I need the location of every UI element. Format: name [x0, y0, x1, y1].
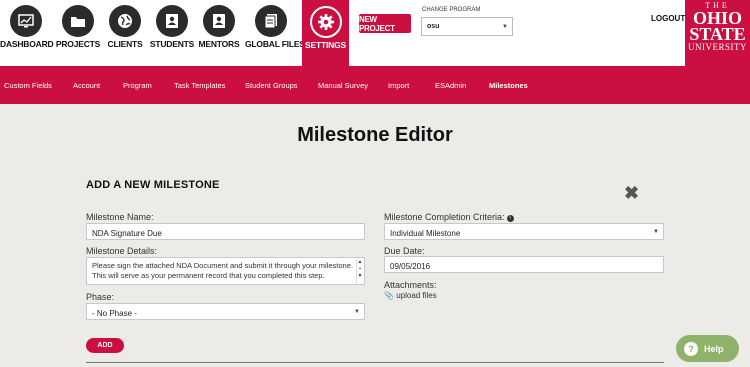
nav-settings-label: SETTINGS [305, 40, 346, 50]
nav-dashboard-label: DASHBOARD [0, 39, 54, 49]
close-icon[interactable]: ✖ [624, 184, 639, 202]
completion-criteria-text: Milestone Completion Criteria: [384, 212, 505, 222]
milestone-name-input[interactable]: NDA Signature Due [86, 223, 365, 240]
completion-criteria-select[interactable]: Individual Milestone ▼ [384, 223, 664, 240]
subnav-program[interactable]: Program [123, 81, 152, 90]
phase-select-value: - No Phase - [92, 309, 137, 318]
section-title: ADD A NEW MILESTONE [86, 179, 220, 191]
milestone-details-text: Please sign the attached NDA Document an… [92, 261, 353, 280]
nav-settings[interactable]: SETTINGS [302, 0, 349, 66]
dashboard-icon [10, 5, 42, 37]
program-select[interactable]: osu ▼ [421, 17, 513, 36]
nav-global-files[interactable]: GLOBAL FILES [245, 0, 305, 66]
new-project-button[interactable]: NEW PROJECT [359, 14, 411, 33]
subnav-import[interactable]: Import [388, 81, 409, 90]
info-icon[interactable]: i [506, 215, 514, 222]
nav-clients[interactable]: CLIENTS [104, 0, 146, 66]
subnav-milestones[interactable]: Milestones [489, 81, 528, 90]
nav-clients-label: CLIENTS [107, 39, 143, 49]
page-title: Milestone Editor [297, 124, 453, 146]
settings-subnav: Custom Fields Account Program Task Templ… [0, 66, 750, 104]
chevron-down-icon: ▼ [502, 24, 508, 30]
subnav-account[interactable]: Account [73, 81, 100, 90]
help-label: Help [704, 343, 724, 354]
nav-students-label: STUDENTS [149, 39, 195, 49]
subnav-task-templates[interactable]: Task Templates [174, 81, 226, 90]
logout-link[interactable]: LOGOUT [651, 14, 685, 23]
nav-dashboard[interactable]: DASHBOARD [0, 0, 54, 66]
due-date-input[interactable]: 09/05/2016 [384, 256, 664, 273]
nav-projects[interactable]: PROJECTS [55, 0, 101, 66]
phase-label: Phase: [86, 292, 115, 302]
nav-projects-label: PROJECTS [55, 39, 101, 49]
completion-criteria-label: Milestone Completion Criteria: i [384, 212, 514, 222]
change-program-label: CHANGE PROGRAM [422, 7, 481, 13]
files-icon [255, 5, 287, 37]
attachments-label: Attachments: [384, 280, 437, 290]
gear-icon [309, 6, 342, 38]
milestone-details-label: Milestone Details: [86, 246, 158, 256]
help-button[interactable]: ? Help [676, 335, 739, 362]
subnav-student-groups[interactable]: Student Groups [245, 81, 298, 90]
due-date-label: Due Date: [384, 246, 425, 256]
contact-card-icon [156, 5, 188, 37]
upload-files-label: upload files [396, 291, 437, 300]
question-icon: ? [684, 341, 698, 356]
phase-select[interactable]: - No Phase - ▼ [86, 303, 365, 320]
subnav-custom-fields[interactable]: Custom Fields [4, 81, 52, 90]
subnav-manual-survey[interactable]: Manual Survey [318, 81, 368, 90]
subnav-esadmin[interactable]: ESAdmin [435, 81, 466, 90]
mentor-card-icon [203, 5, 235, 37]
chevron-down-icon: ▼ [653, 229, 659, 235]
nav-mentors-label: MENTORS [198, 39, 240, 49]
nav-mentors[interactable]: MENTORS [198, 0, 240, 66]
chevron-down-icon: ▼ [354, 309, 360, 315]
university-logo: THE OHIO STATE UNIVERSITY [685, 0, 750, 66]
add-button[interactable]: ADD [86, 338, 124, 353]
milestone-details-textarea[interactable]: Please sign the attached NDA Document an… [86, 257, 365, 285]
milestone-name-label: Milestone Name: [86, 212, 154, 222]
upload-files-link[interactable]: 📎 upload files [384, 291, 437, 300]
divider [86, 362, 664, 363]
textarea-scrollbar[interactable]: ▲ ▪ ▼ [356, 259, 363, 284]
nav-students[interactable]: STUDENTS [149, 0, 195, 66]
nav-global-files-label: GLOBAL FILES [245, 39, 305, 49]
globe-icon [109, 5, 141, 37]
folder-icon [62, 5, 94, 37]
completion-criteria-value: Individual Milestone [390, 229, 461, 238]
top-navigation: DASHBOARD PROJECTS CLIENTS STUDENTS MENT… [0, 0, 750, 66]
paperclip-icon: 📎 [384, 291, 394, 300]
program-select-value: osu [427, 23, 440, 30]
